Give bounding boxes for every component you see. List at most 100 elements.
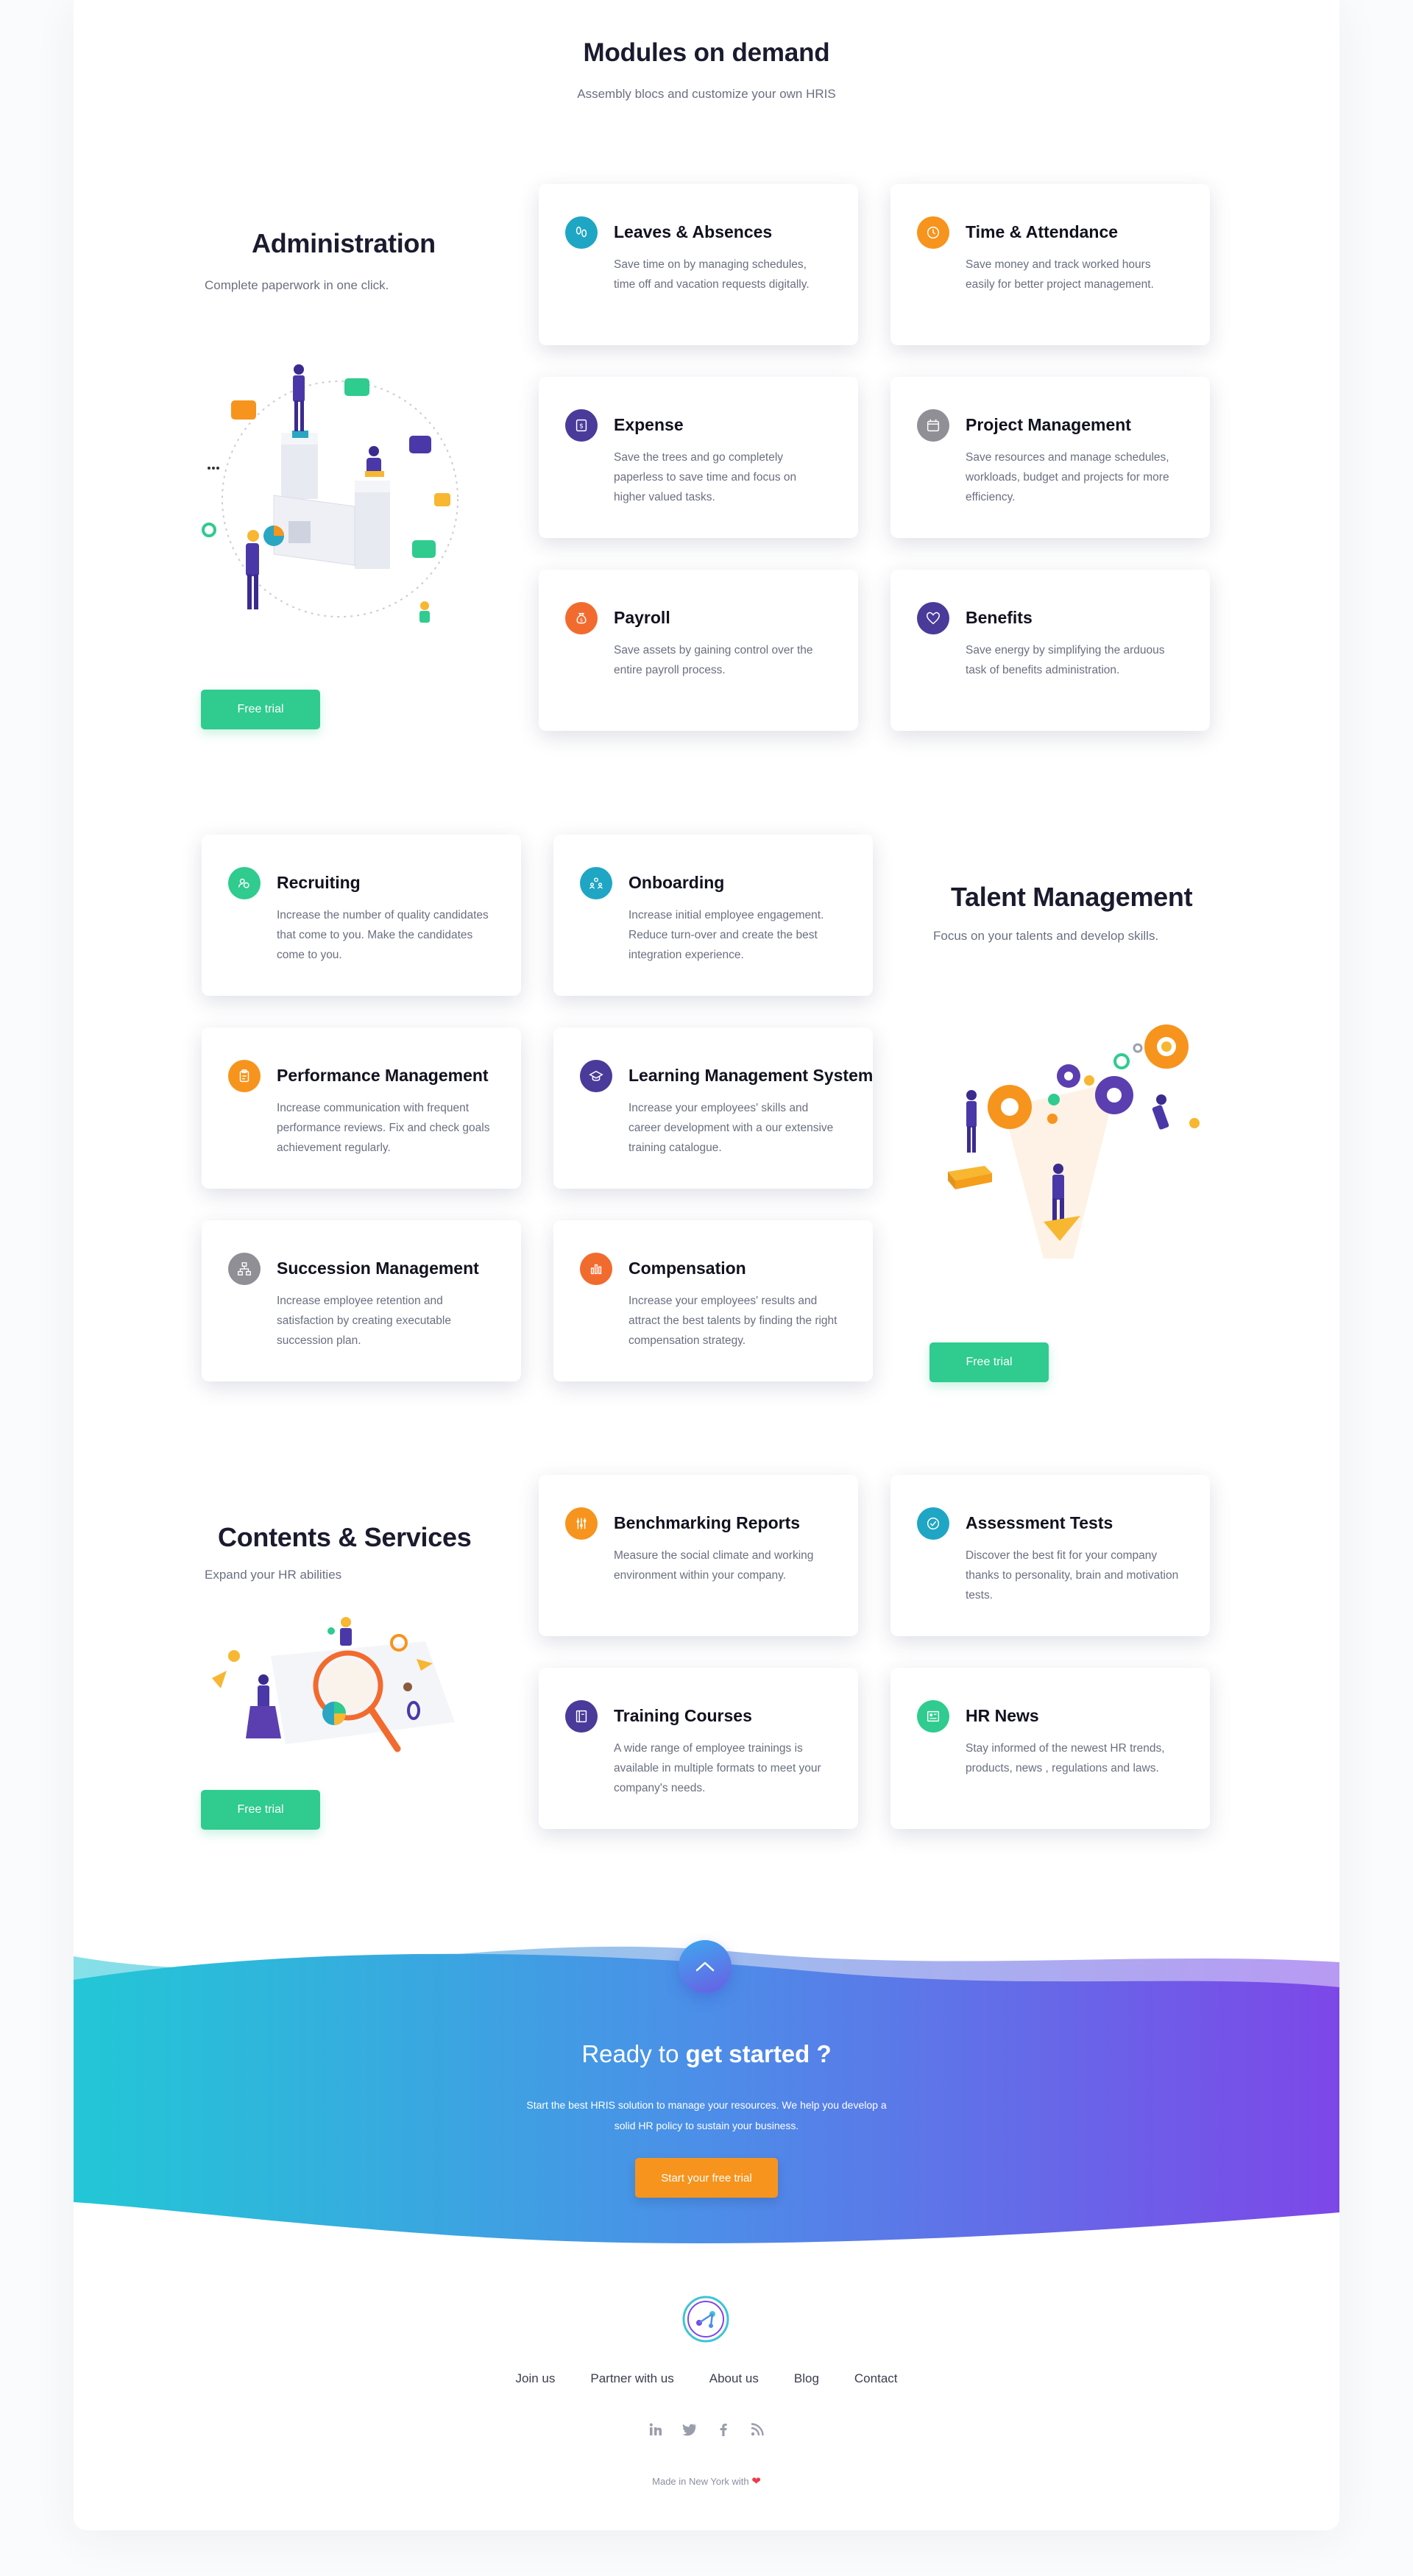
module-card-description: Increase initial employee engagement. Re… [628, 909, 824, 961]
module-card-title: Compensation [628, 1259, 746, 1278]
clock-icon [917, 216, 949, 249]
footer-link-partner-with-us[interactable]: Partner with us [590, 2371, 673, 2386]
scroll-top-button[interactable] [679, 1940, 732, 1993]
money-bag-icon: $ [565, 602, 598, 634]
bar-chart-icon [580, 1253, 612, 1285]
made-in-text: Made in New York with [652, 2476, 749, 2487]
module-card-description: Save the trees and go completely paperle… [614, 451, 797, 503]
contents-subtitle: Expand your HR abilities [205, 1568, 342, 1582]
module-card-title: Learning Management System [628, 1066, 874, 1085]
module-card-title: Succession Management [277, 1259, 479, 1278]
administration-free-trial-button[interactable]: Free trial [201, 690, 320, 729]
module-card-compensation[interactable]: Compensation Increase your employees' res… [553, 1220, 873, 1381]
footer-nav: Join us Partner with us About us Blog Contac… [74, 2371, 1339, 2386]
module-card-description: Stay informed of the newest HR trends, p… [966, 1742, 1165, 1774]
module-card-assessment-tests[interactable]: Assessment Tests Discover the best fit fo… [890, 1475, 1210, 1636]
module-card-hr-news[interactable]: HR News Stay informed of the newest HR tr… [890, 1668, 1210, 1829]
linkedin-icon[interactable] [648, 2421, 664, 2438]
footsteps-icon [565, 216, 598, 249]
footer-link-join-us[interactable]: Join us [516, 2371, 556, 2386]
module-card-description: Measure the social climate and working e… [614, 1549, 814, 1582]
rss-icon[interactable] [749, 2421, 765, 2438]
check-circle-icon [917, 1507, 949, 1540]
talent-free-trial-button[interactable]: Free trial [929, 1342, 1049, 1382]
module-card-expense[interactable]: $ Expense Save the trees and go completely… [539, 377, 858, 538]
talent-title: Talent Management [951, 882, 1193, 912]
facebook-icon[interactable] [715, 2421, 732, 2438]
module-card-title: Project Management [966, 415, 1131, 434]
footer-link-contact[interactable]: Contact [854, 2371, 898, 2386]
module-card-time-and-attendance[interactable]: Time & Attendance Save money and track wo… [890, 184, 1210, 345]
module-card-title: HR News [966, 1706, 1039, 1725]
module-card-learning-management-system[interactable]: Learning Management System Increase your … [553, 1027, 873, 1189]
module-card-description: Increase the number of quality candidate… [277, 909, 489, 961]
administration-title: Administration [252, 228, 436, 258]
chevron-up-icon [695, 1961, 715, 1972]
module-card-title: Assessment Tests [966, 1513, 1113, 1532]
footer-link-about-us[interactable]: About us [709, 2371, 759, 2386]
people-search-icon [228, 867, 261, 899]
contents-title: Contents & Services [218, 1522, 472, 1552]
page-subtitle: Assembly blocs and customize your own HR… [577, 87, 836, 101]
module-card-project-management[interactable]: Project Management Save resources and man… [890, 377, 1210, 538]
module-card-description: Increase communication with frequent per… [277, 1102, 490, 1154]
footer-link-blog[interactable]: Blog [794, 2371, 819, 2386]
made-in-note: Made in New York with ❤ [74, 2474, 1339, 2488]
sliders-icon [565, 1507, 598, 1540]
talent-subtitle: Focus on your talents and develop skills… [933, 929, 1159, 943]
page-title: Modules on demand [583, 38, 830, 67]
talent-illustration [948, 1025, 1200, 1259]
module-card-title: Expense [614, 415, 684, 434]
module-card-description: A wide range of employee trainings is av… [614, 1742, 821, 1794]
module-card-succession-management[interactable]: Succession Management Increase employee r… [202, 1220, 521, 1381]
module-card-performance-management[interactable]: Performance Management Increase communica… [202, 1027, 521, 1189]
twitter-icon[interactable] [681, 2421, 698, 2438]
module-card-title: Recruiting [277, 873, 361, 892]
module-card-benchmarking-reports[interactable]: Benchmarking Reports Measure the social c… [539, 1475, 858, 1636]
social-links [74, 2421, 1339, 2438]
cta-title-bold: get started ? [685, 2040, 832, 2067]
cta-title-prefix: Ready to [581, 2040, 679, 2067]
heart-icon: ❤ [751, 2475, 761, 2488]
svg-text:$: $ [579, 422, 584, 431]
module-card-description: Discover the best fit for your company t… [966, 1549, 1179, 1602]
module-card-title: Leaves & Absences [614, 222, 773, 241]
module-card-description: Increase employee retention and satisfac… [277, 1295, 451, 1347]
module-card-description: Save assets by gaining control over the … [614, 644, 813, 676]
clipboard-icon [228, 1060, 261, 1092]
module-card-title: Time & Attendance [966, 222, 1119, 241]
module-card-payroll[interactable]: $ Payroll Save assets by gaining control o… [539, 570, 858, 731]
module-card-title: Training Courses [614, 1706, 752, 1725]
module-card-description: Increase your employees' results and att… [628, 1295, 837, 1347]
graduation-cap-icon [580, 1060, 612, 1092]
module-card-title: Performance Management [277, 1066, 489, 1085]
module-card-leaves-and-absences[interactable]: Leaves & Absences Save time on by managin… [539, 184, 858, 345]
newspaper-icon [917, 1700, 949, 1733]
calendar-icon [917, 409, 949, 442]
module-card-title: Onboarding [628, 873, 725, 892]
book-icon [565, 1700, 598, 1733]
svg-text:$: $ [580, 618, 583, 623]
cta-title: Ready to get started ? [74, 2040, 1339, 2068]
module-card-benefits[interactable]: Benefits Save energy by simplifying the a… [890, 570, 1210, 731]
module-card-title: Payroll [614, 608, 670, 627]
logo[interactable] [681, 2295, 730, 2343]
module-card-recruiting[interactable]: Recruiting Increase the number of quality… [202, 835, 521, 996]
heart-icon [917, 602, 949, 634]
start-free-trial-button[interactable]: Start your free trial [635, 2158, 778, 2198]
dollar-icon: $ [565, 409, 598, 442]
module-card-onboarding[interactable]: Onboarding Increase initial employee enga… [553, 835, 873, 996]
module-card-training-courses[interactable]: Training Courses A wide range of employee… [539, 1668, 858, 1829]
contents-illustration [212, 1617, 455, 1752]
module-card-title: Benchmarking Reports [614, 1513, 801, 1532]
org-chart-icon [228, 1253, 261, 1285]
module-card-description: Save money and track worked hours easily… [966, 258, 1154, 291]
team-icon [580, 867, 612, 899]
module-card-description: Save time on by managing schedules, time… [614, 258, 810, 291]
module-card-description: Increase your employees' skills and care… [628, 1102, 834, 1154]
administration-illustration [202, 364, 458, 623]
module-card-description: Save resources and manage schedules, wor… [966, 451, 1169, 503]
module-card-title: Benefits [966, 608, 1033, 627]
module-card-description: Save energy by simplifying the arduous t… [966, 644, 1165, 676]
contents-free-trial-button[interactable]: Free trial [201, 1790, 320, 1830]
